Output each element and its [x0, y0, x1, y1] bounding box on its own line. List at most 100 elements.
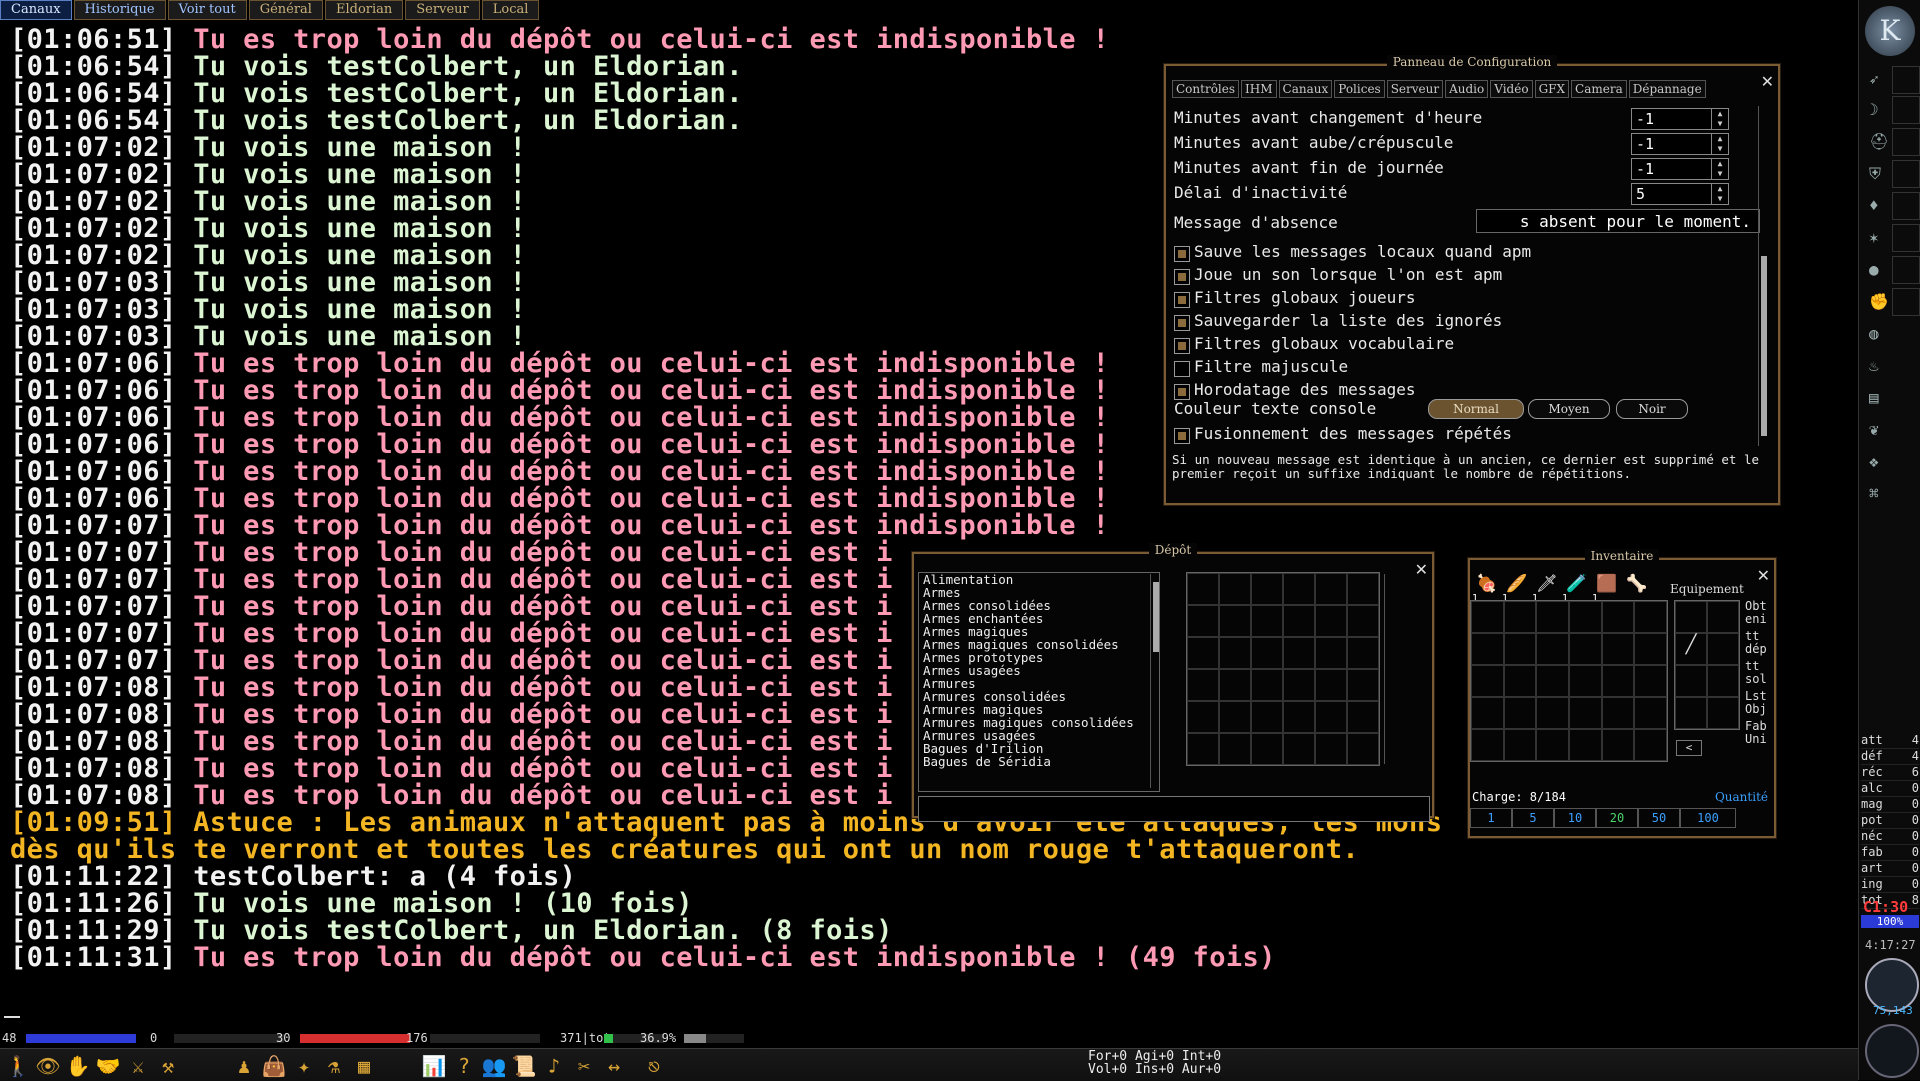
inventory-slot[interactable]: [1601, 729, 1635, 761]
depot-slot[interactable]: [1347, 573, 1379, 605]
shield-icon[interactable]: ⛨: [1869, 164, 1889, 184]
depot-list-scrollbar[interactable]: [1150, 574, 1161, 788]
depot-slot[interactable]: [1219, 573, 1251, 605]
depot-slot[interactable]: [1251, 669, 1283, 701]
depot-slot[interactable]: [1347, 701, 1379, 733]
tab-3[interactable]: Général: [248, 0, 323, 20]
close-icon[interactable]: ✕: [1761, 72, 1774, 91]
quick-slot[interactable]: 🥖 1: [1502, 574, 1532, 604]
depot-grid-scrollbar[interactable]: [1384, 574, 1395, 764]
quantity-button[interactable]: 1: [1470, 808, 1512, 828]
bag-icon[interactable]: 👜: [260, 1053, 288, 1079]
inventory-slot[interactable]: [1503, 601, 1537, 633]
config-tab-1[interactable]: IHM: [1241, 80, 1277, 98]
trade-icon[interactable]: 🤝: [94, 1053, 122, 1079]
gem-icon[interactable]: ♦: [1869, 196, 1889, 216]
spell-icon[interactable]: ✶: [1869, 228, 1889, 248]
equipment-slot[interactable]: [1675, 665, 1707, 697]
config-tab-7[interactable]: GFX: [1534, 80, 1570, 98]
depot-category[interactable]: Bagues de Séridia: [919, 755, 1159, 768]
map-icon[interactable]: ▦: [350, 1053, 378, 1079]
wand-icon[interactable]: ✦: [290, 1053, 318, 1079]
depot-slot[interactable]: [1315, 669, 1347, 701]
absence-message-input[interactable]: s absent pour le moment.: [1476, 209, 1760, 233]
hand-icon[interactable]: ✋: [64, 1053, 92, 1079]
color-option-normal[interactable]: Normal: [1428, 399, 1524, 419]
close-icon[interactable]: ✕: [1757, 566, 1770, 585]
inventory-slot[interactable]: [1601, 665, 1635, 697]
tab-6[interactable]: Local: [481, 0, 540, 20]
equipment-slot[interactable]: ╱: [1675, 633, 1707, 665]
depot-slot[interactable]: [1251, 605, 1283, 637]
option-checkbox[interactable]: [1174, 246, 1190, 262]
depot-item-grid[interactable]: [1186, 572, 1380, 766]
inventory-slot[interactable]: [1569, 601, 1602, 633]
inventory-slot[interactable]: [1569, 697, 1602, 729]
inventory-action-button[interactable]: Lst Obj: [1745, 690, 1773, 716]
music-icon[interactable]: ♪: [540, 1053, 568, 1079]
equipment-slot[interactable]: [1707, 665, 1739, 697]
depot-slot[interactable]: [1187, 605, 1219, 637]
inventory-slot[interactable]: [1536, 665, 1569, 697]
depot-slot[interactable]: [1251, 733, 1283, 765]
orb-icon[interactable]: ●: [1869, 260, 1889, 280]
walk-icon[interactable]: 🚶: [4, 1053, 32, 1079]
craft-icon[interactable]: ⚗: [320, 1053, 348, 1079]
depot-slot[interactable]: [1219, 637, 1251, 669]
inventory-action-button[interactable]: Fab Uni: [1745, 720, 1773, 746]
equipment-slot[interactable]: [1707, 633, 1739, 665]
spinner-arrows-icon[interactable]: ▲ ▼: [1711, 184, 1728, 204]
spinner-input[interactable]: -1 ▲ ▼: [1631, 133, 1729, 155]
options-icon[interactable]: ✂: [570, 1053, 598, 1079]
spinner-input[interactable]: 5 ▲ ▼: [1631, 183, 1729, 205]
depot-slot[interactable]: [1283, 605, 1315, 637]
globe-icon[interactable]: ◍: [1869, 324, 1889, 344]
quick-slot[interactable]: 🦴: [1622, 574, 1652, 598]
quick-slot[interactable]: 🍖 1: [1472, 574, 1502, 604]
depot-slot[interactable]: [1283, 573, 1315, 605]
eye-icon[interactable]: 👁: [34, 1053, 62, 1079]
spinner-arrows-icon[interactable]: ▲ ▼: [1711, 159, 1728, 179]
quantity-button[interactable]: 10: [1554, 808, 1596, 828]
fist-icon[interactable]: ✊: [1869, 292, 1889, 312]
inventory-slot[interactable]: [1536, 601, 1569, 633]
depot-slot[interactable]: [1315, 701, 1347, 733]
tab-0[interactable]: Canaux: [0, 0, 72, 20]
input-cursor[interactable]: [4, 1016, 20, 1018]
quick-slot[interactable]: 🧪 1: [1562, 574, 1592, 604]
depot-slot[interactable]: [1347, 669, 1379, 701]
char-icon[interactable]: ♟: [230, 1053, 258, 1079]
inventory-grid[interactable]: [1470, 600, 1668, 762]
color-option-noir[interactable]: Noir: [1616, 399, 1688, 419]
config-tab-9[interactable]: Dépannage: [1628, 80, 1706, 98]
inventory-slot[interactable]: [1569, 729, 1602, 761]
depot-slot[interactable]: [1251, 701, 1283, 733]
quantity-button[interactable]: 100: [1680, 808, 1736, 828]
depot-slot[interactable]: [1315, 637, 1347, 669]
tab-5[interactable]: Serveur: [405, 0, 480, 20]
inventory-action-button[interactable]: Obt eni: [1745, 600, 1773, 626]
depot-slot[interactable]: [1219, 605, 1251, 637]
spinner-arrows-icon[interactable]: ▲ ▼: [1711, 109, 1728, 129]
moon-icon[interactable]: ☽: [1869, 100, 1889, 120]
inventory-slot[interactable]: [1536, 697, 1569, 729]
quick-slot[interactable]: 🟫 1: [1592, 574, 1622, 604]
leaf-icon[interactable]: ❦: [1869, 420, 1889, 440]
quantity-button[interactable]: 20: [1596, 808, 1638, 828]
helmet-icon[interactable]: ⛑: [1869, 132, 1889, 152]
game-logo[interactable]: K: [1865, 6, 1915, 56]
inventory-action-button[interactable]: tt dép: [1745, 630, 1773, 656]
depot-slot[interactable]: [1315, 733, 1347, 765]
inventory-slot[interactable]: [1634, 601, 1667, 633]
cup-icon[interactable]: ♨: [1869, 356, 1889, 376]
depot-slot[interactable]: [1187, 733, 1219, 765]
color-option-moyen[interactable]: Moyen: [1528, 399, 1610, 419]
inventory-slot[interactable]: [1503, 697, 1537, 729]
depot-slot[interactable]: [1347, 605, 1379, 637]
quick-slot[interactable]: 🗡 1: [1532, 574, 1562, 604]
option-checkbox[interactable]: [1174, 315, 1190, 331]
depot-slot[interactable]: [1315, 605, 1347, 637]
inventory-action-button[interactable]: tt sol: [1745, 660, 1773, 686]
scroll-icon[interactable]: ⌘: [1869, 484, 1889, 504]
inventory-slot[interactable]: [1471, 665, 1504, 697]
